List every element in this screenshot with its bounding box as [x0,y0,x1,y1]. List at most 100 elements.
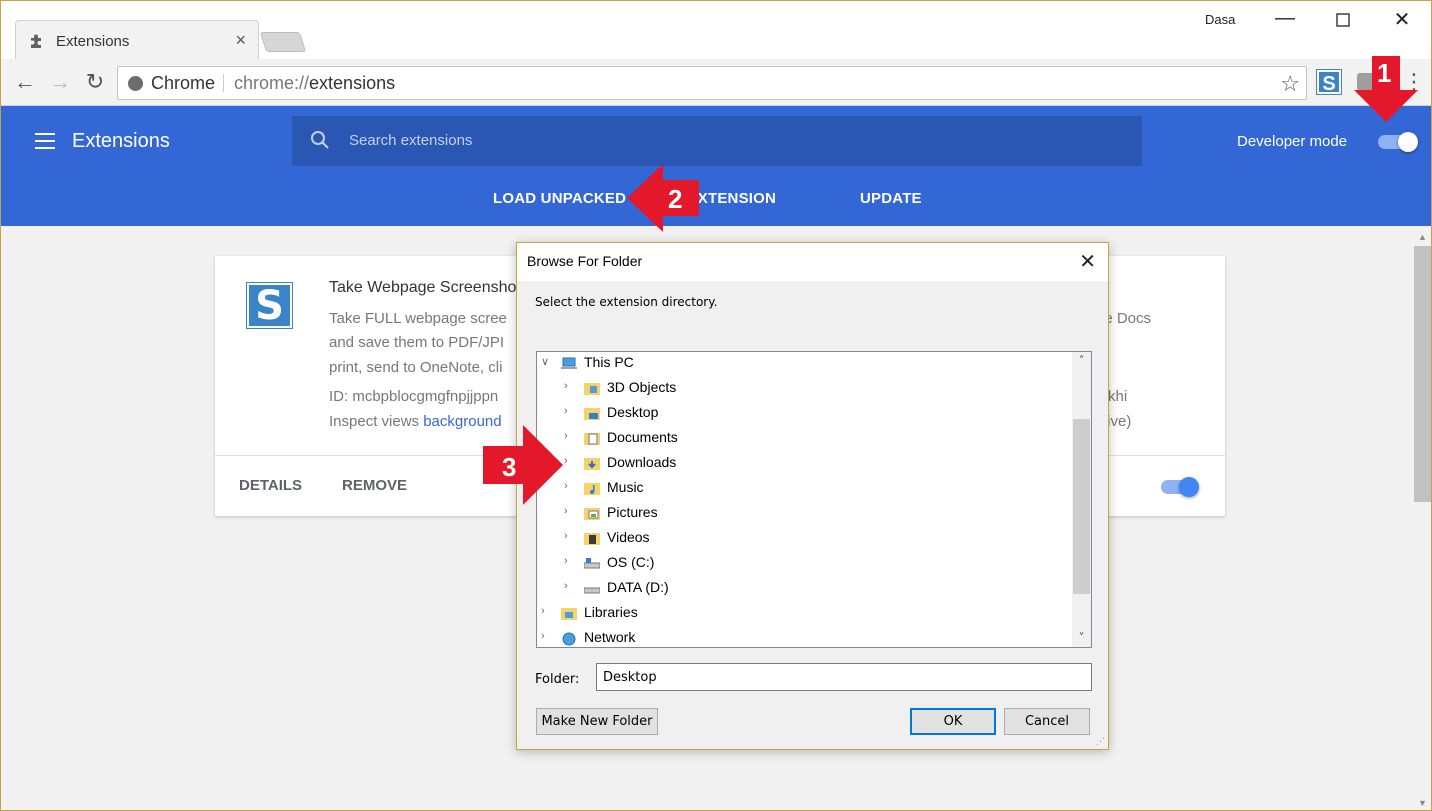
annotation-number-1: 1 [1377,58,1392,88]
chevron-down-icon[interactable]: ∨ [541,355,553,368]
dialog-title: Browse For Folder [527,253,643,269]
folder-label: Folder: [535,672,580,687]
omnibox-url: chrome://extensions [234,73,395,94]
desktop-folder-icon [584,408,600,420]
pc-icon [561,357,577,369]
drive-icon [584,587,600,594]
dialog-titlebar: Browse For Folder ✕ [517,243,1108,281]
search-extensions-input[interactable]: Search extensions [292,116,1142,166]
update-button[interactable]: UPDATE [860,190,922,207]
back-icon[interactable]: ← [12,69,38,95]
chevron-right-icon[interactable]: › [541,630,553,642]
tree-label: This PC [584,354,634,370]
tree-label: Desktop [607,404,659,420]
extension-description-line: and save them to PDF/JPI [329,334,505,351]
annotation-arrow-2 [627,164,699,232]
tree-label: Videos [607,529,650,545]
videos-folder-icon [584,533,600,545]
resize-grip-icon[interactable]: ⋰ [1096,737,1106,747]
search-icon [311,131,329,149]
chrome-logo-icon [128,76,143,91]
chevron-right-icon[interactable]: › [564,530,576,542]
tree-label: Documents [607,429,678,445]
chevron-down-icon[interactable]: ˅ [1072,631,1091,645]
address-bar[interactable]: Chrome chrome://extensions ☆ [117,66,1307,100]
extension-description-line: Take FULL webpage scree [329,310,507,327]
libraries-folder-icon [561,608,577,620]
extension-enabled-toggle[interactable] [1161,477,1199,497]
documents-folder-icon [584,433,600,445]
omnibox-separator [223,74,224,92]
hamburger-menu-icon[interactable] [35,133,55,149]
annotation-arrow-3 [483,425,563,505]
browse-folder-dialog: Browse For Folder ✕ Select the extension… [516,242,1109,750]
puzzle-icon [31,34,41,48]
tab-extensions[interactable]: Extensions × [15,20,259,60]
dialog-instruction: Select the extension directory. [535,295,718,309]
chevron-right-icon[interactable]: › [564,580,576,592]
tree-label: Downloads [607,454,677,470]
extension-id: ID: mcbpblocgmgfnpjjppn [329,388,499,405]
tree-label: Music [607,479,644,495]
pictures-folder-icon [584,508,600,520]
tree-scroll-thumb[interactable] [1073,419,1090,594]
browser-window: Extensions × Dasa — ✕ ← → ↻ Chrome chrom… [0,0,1432,811]
chevron-right-icon[interactable]: › [564,555,576,567]
extension-id-tail: khi [1108,388,1128,405]
chevron-right-icon[interactable]: › [564,480,576,492]
reload-icon[interactable]: ↻ [82,69,108,95]
annotation-number-3: 3 [502,452,517,482]
extensions-header: Extensions Search extensions Developer m… [1,106,1431,226]
title-bar: Extensions × Dasa — ✕ [1,1,1431,60]
chevron-right-icon[interactable]: › [564,505,576,517]
tree-label: Pictures [607,504,658,520]
extension-name: Take Webpage Screensho [329,279,517,296]
drive-icon [584,558,600,569]
tree-label: DATA (D:) [607,579,669,595]
screenshot-extension-logo: S [246,282,293,329]
network-icon [562,632,576,646]
url-prefix: chrome:// [234,73,310,93]
url-path: extensions [309,73,396,93]
downloads-folder-icon [584,458,600,470]
load-unpacked-button[interactable]: LOAD UNPACKED [493,190,626,207]
chevron-up-icon[interactable]: ˄ [1072,354,1091,368]
3d-objects-folder-icon [584,383,600,395]
scroll-down-icon[interactable]: ▼ [1412,798,1431,808]
new-tab-button[interactable] [259,32,307,52]
maximize-icon[interactable] [1328,7,1358,33]
inspect-views: Inspect views background [329,413,502,430]
ok-button[interactable]: OK [910,708,996,735]
annotation-number-2: 2 [668,184,683,214]
extension-description-line: print, send to OneNote, cli [329,359,503,376]
omnibox-scheme-label: Chrome [151,73,216,93]
scroll-up-icon[interactable]: ▲ [1412,232,1431,242]
page-scrollbar[interactable]: ▲ ▼ [1412,226,1431,810]
folder-field[interactable] [596,663,1092,691]
screenshot-extension-icon[interactable]: S [1316,69,1342,95]
folder-tree[interactable]: ∨ This PC › 3D Objects › Desktop › Docum… [536,351,1092,648]
make-new-folder-button[interactable]: Make New Folder [536,708,658,735]
developer-mode-toggle[interactable] [1378,132,1418,152]
page-title: Extensions [72,130,170,152]
details-button[interactable]: DETAILS [239,477,302,494]
close-window-icon[interactable]: ✕ [1387,7,1417,33]
dialog-close-icon[interactable]: ✕ [1079,249,1096,273]
tab-title: Extensions [56,33,130,50]
forward-icon[interactable]: → [47,69,73,95]
tree-scrollbar[interactable]: ˄ ˅ [1072,352,1091,647]
profile-name[interactable]: Dasa [1205,12,1235,27]
minimize-icon[interactable]: — [1270,7,1300,33]
chevron-right-icon[interactable]: › [564,380,576,392]
chevron-right-icon[interactable]: › [541,605,553,617]
chevron-right-icon[interactable]: › [564,405,576,417]
scroll-thumb[interactable] [1414,246,1431,502]
tree-label: 3D Objects [607,379,677,395]
bookmark-star-icon[interactable]: ☆ [1280,71,1300,97]
chevron-right-icon[interactable]: › [564,455,576,467]
search-placeholder: Search extensions [349,132,473,149]
chevron-right-icon[interactable]: › [564,430,576,442]
remove-button[interactable]: REMOVE [342,477,407,494]
cancel-button[interactable]: Cancel [1004,708,1090,735]
tab-close-icon[interactable]: × [235,30,246,51]
